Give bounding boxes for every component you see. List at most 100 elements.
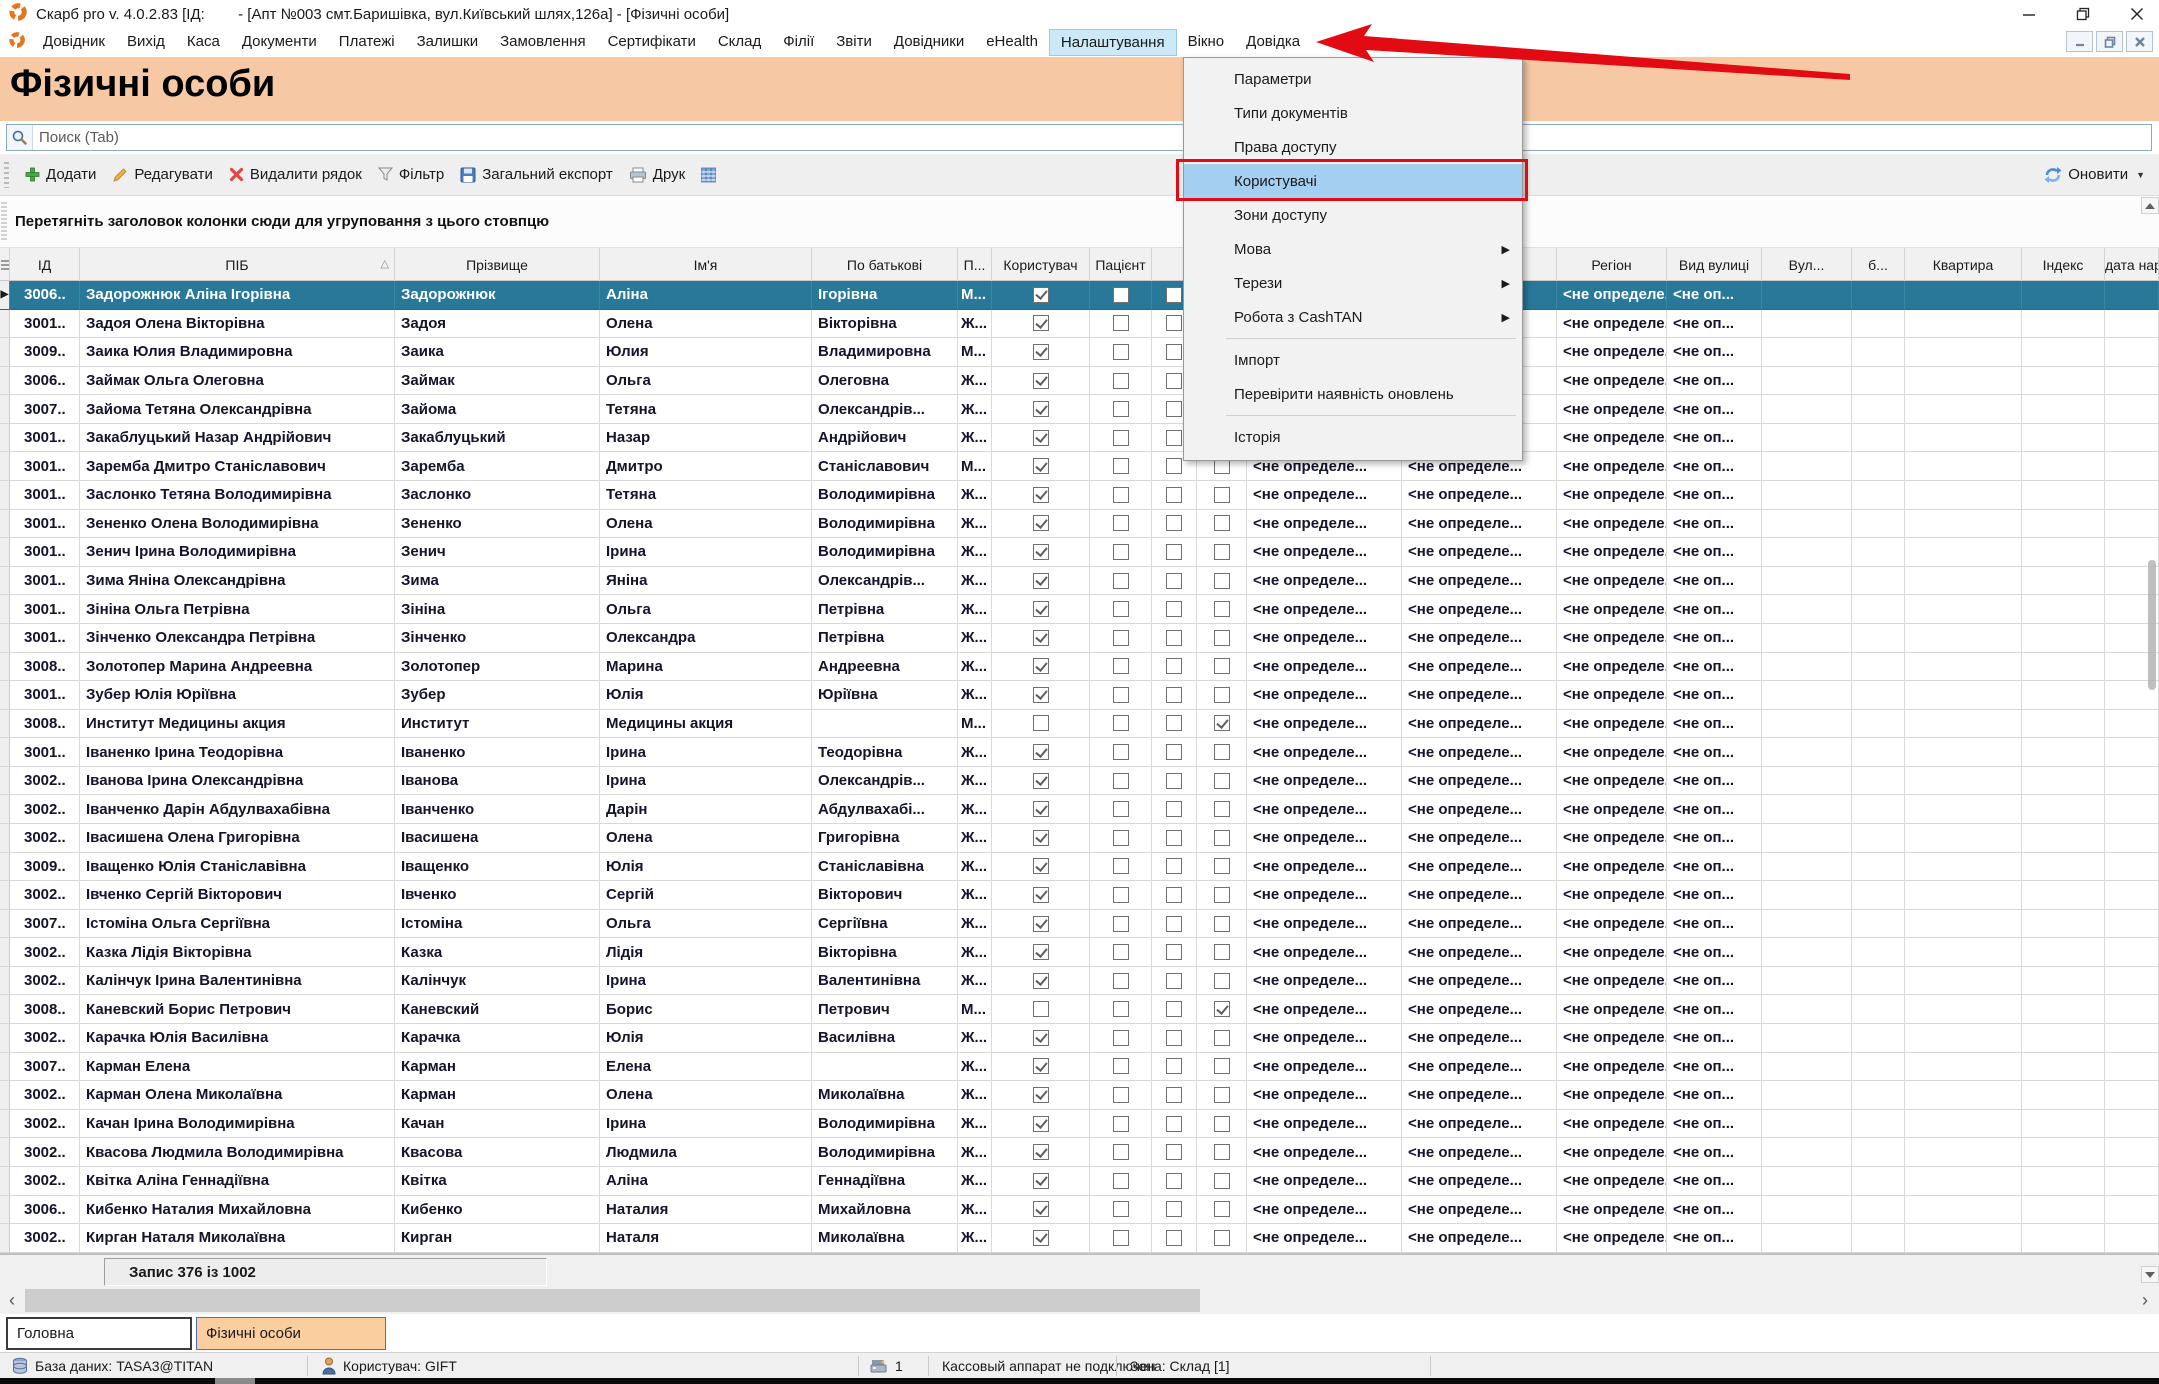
checkbox-user[interactable] xyxy=(1033,1173,1049,1189)
checkbox-c4[interactable] xyxy=(1214,973,1230,989)
checkbox-user[interactable] xyxy=(1033,801,1049,817)
checkbox-c3[interactable] xyxy=(1166,830,1182,846)
mdi-minimize-icon[interactable] xyxy=(2066,31,2093,52)
scroll-up-icon[interactable] xyxy=(2141,197,2159,214)
table-row[interactable]: 3008..Институт Медицины акцияИнститутМед… xyxy=(0,710,2159,739)
checkbox-c3[interactable] xyxy=(1166,401,1182,417)
checkbox-user[interactable] xyxy=(1033,287,1049,303)
menu-item-16[interactable]: Довідка xyxy=(1235,29,1311,56)
checkbox-c3[interactable] xyxy=(1166,1116,1182,1132)
checkbox-c4[interactable] xyxy=(1214,830,1230,846)
checkbox-patient[interactable] xyxy=(1113,658,1129,674)
checkbox-c3[interactable] xyxy=(1166,1058,1182,1074)
checkbox-patient[interactable] xyxy=(1113,944,1129,960)
checkbox-patient[interactable] xyxy=(1113,515,1129,531)
checkbox-c3[interactable] xyxy=(1166,601,1182,617)
checkbox-patient[interactable] xyxy=(1113,1001,1129,1017)
checkbox-user[interactable] xyxy=(1033,1144,1049,1160)
checkbox-c3[interactable] xyxy=(1166,487,1182,503)
table-row[interactable]: ▶3006..Задорожнюк Аліна ІгорівнаЗадорожн… xyxy=(0,281,2159,310)
checkbox-patient[interactable] xyxy=(1113,744,1129,760)
menu-item-6[interactable]: Залишки xyxy=(406,29,490,56)
menu-item-14[interactable]: Налаштування xyxy=(1049,29,1177,56)
checkbox-user[interactable] xyxy=(1033,1201,1049,1217)
checkbox-user[interactable] xyxy=(1033,1087,1049,1103)
table-row[interactable]: 3002..Карман Олена МиколаївнаКарманОлена… xyxy=(0,1081,2159,1110)
checkbox-patient[interactable] xyxy=(1113,1201,1129,1217)
sort-ascending-icon[interactable]: △ xyxy=(381,257,389,270)
table-row[interactable]: 3007..Істоміна Ольга СергіївнаІстомінаОл… xyxy=(0,910,2159,939)
checkbox-c3[interactable] xyxy=(1166,858,1182,874)
checkbox-c4[interactable] xyxy=(1214,1116,1230,1132)
menu-item-8[interactable]: Сертифікати xyxy=(597,29,707,56)
checkbox-user[interactable] xyxy=(1033,315,1049,331)
dropdown-item-2[interactable]: Типи документів xyxy=(1184,96,1522,130)
edit-button[interactable]: Редагувати xyxy=(112,166,213,183)
checkbox-patient[interactable] xyxy=(1113,373,1129,389)
menu-item-11[interactable]: Звіти xyxy=(825,29,883,56)
checkbox-user[interactable] xyxy=(1033,830,1049,846)
checkbox-user[interactable] xyxy=(1033,687,1049,703)
checkbox-user[interactable] xyxy=(1033,944,1049,960)
mdi-close-icon[interactable] xyxy=(2126,31,2153,52)
checkbox-c4[interactable] xyxy=(1214,744,1230,760)
tab-holovna[interactable]: Головна xyxy=(6,1317,192,1350)
dropdown-item-8[interactable]: Робота з CashTAN▶ xyxy=(1184,300,1522,334)
checkbox-user[interactable] xyxy=(1033,773,1049,789)
checkbox-c4[interactable] xyxy=(1214,944,1230,960)
dropdown-item-6[interactable]: Мова▶ xyxy=(1184,232,1522,266)
dropdown-item-13[interactable]: Історія xyxy=(1184,420,1522,454)
checkbox-patient[interactable] xyxy=(1113,1230,1129,1246)
checkbox-c3[interactable] xyxy=(1166,573,1182,589)
menu-item-12[interactable]: Довідники xyxy=(883,29,975,56)
checkbox-user[interactable] xyxy=(1033,1230,1049,1246)
table-row[interactable]: 3001..Задоя Олена ВікторівнаЗадояОленаВі… xyxy=(0,310,2159,339)
table-row[interactable]: 3007..Зайома Тетяна ОлександрівнаЗайомаТ… xyxy=(0,395,2159,424)
checkbox-c4[interactable] xyxy=(1214,773,1230,789)
table-row[interactable]: 3002..Квасова Людмила ВолодимирівнаКвасо… xyxy=(0,1138,2159,1167)
column-header-id[interactable]: ІД xyxy=(10,248,80,281)
menu-item-4[interactable]: Документи xyxy=(231,29,328,56)
menu-item-3[interactable]: Каса xyxy=(176,29,231,56)
checkbox-c3[interactable] xyxy=(1166,1030,1182,1046)
checkbox-patient[interactable] xyxy=(1113,916,1129,932)
restore-icon[interactable] xyxy=(2075,6,2091,22)
checkbox-patient[interactable] xyxy=(1113,401,1129,417)
checkbox-user[interactable] xyxy=(1033,1116,1049,1132)
checkbox-user[interactable] xyxy=(1033,1058,1049,1074)
column-header-surname[interactable]: Прізвище xyxy=(395,248,600,281)
export-button[interactable]: Загальний експорт xyxy=(460,166,613,183)
checkbox-user[interactable] xyxy=(1033,458,1049,474)
table-row[interactable]: 3001..Іваненко Ірина ТеодорівнаІваненкоІ… xyxy=(0,738,2159,767)
table-row[interactable]: 3008..Каневский Борис ПетровичКаневскийБ… xyxy=(0,995,2159,1024)
scroll-right-icon[interactable]: › xyxy=(2133,1287,2157,1314)
column-header-patronymic[interactable]: По батькові xyxy=(812,248,958,281)
group-by-bar[interactable]: Перетягніть заголовок колонки сюди для у… xyxy=(0,196,2159,248)
checkbox-patient[interactable] xyxy=(1113,1058,1129,1074)
table-row[interactable]: 3001..Зима Яніна ОлександрівнаЗимаЯнінаО… xyxy=(0,567,2159,596)
checkbox-c4[interactable] xyxy=(1214,687,1230,703)
scroll-down-icon[interactable] xyxy=(2141,1266,2159,1283)
checkbox-patient[interactable] xyxy=(1113,687,1129,703)
checkbox-c4[interactable] xyxy=(1214,715,1230,731)
column-header-sex[interactable]: П... xyxy=(958,248,992,281)
checkbox-patient[interactable] xyxy=(1113,601,1129,617)
checkbox-c3[interactable] xyxy=(1166,773,1182,789)
table-row[interactable]: 3001..Заслонко Тетяна ВолодимирівнаЗасло… xyxy=(0,481,2159,510)
checkbox-user[interactable] xyxy=(1033,430,1049,446)
dropdown-item-1[interactable]: Параметри xyxy=(1184,62,1522,96)
checkbox-user[interactable] xyxy=(1033,630,1049,646)
checkbox-patient[interactable] xyxy=(1113,887,1129,903)
table-row[interactable]: 3002..Квітка Аліна ГеннадіївнаКвіткаАлін… xyxy=(0,1167,2159,1196)
checkbox-patient[interactable] xyxy=(1113,1144,1129,1160)
checkbox-c4[interactable] xyxy=(1214,1030,1230,1046)
checkbox-c4[interactable] xyxy=(1214,801,1230,817)
checkbox-c3[interactable] xyxy=(1166,1144,1182,1160)
checkbox-patient[interactable] xyxy=(1113,1173,1129,1189)
vertical-scrollbar-thumb[interactable] xyxy=(2148,560,2156,690)
table-row[interactable]: 3002..Івасишена Олена ГригорівнаІвасишен… xyxy=(0,824,2159,853)
menu-item-9[interactable]: Склад xyxy=(707,29,772,56)
checkbox-c4[interactable] xyxy=(1214,630,1230,646)
checkbox-user[interactable] xyxy=(1033,601,1049,617)
checkbox-c4[interactable] xyxy=(1214,601,1230,617)
